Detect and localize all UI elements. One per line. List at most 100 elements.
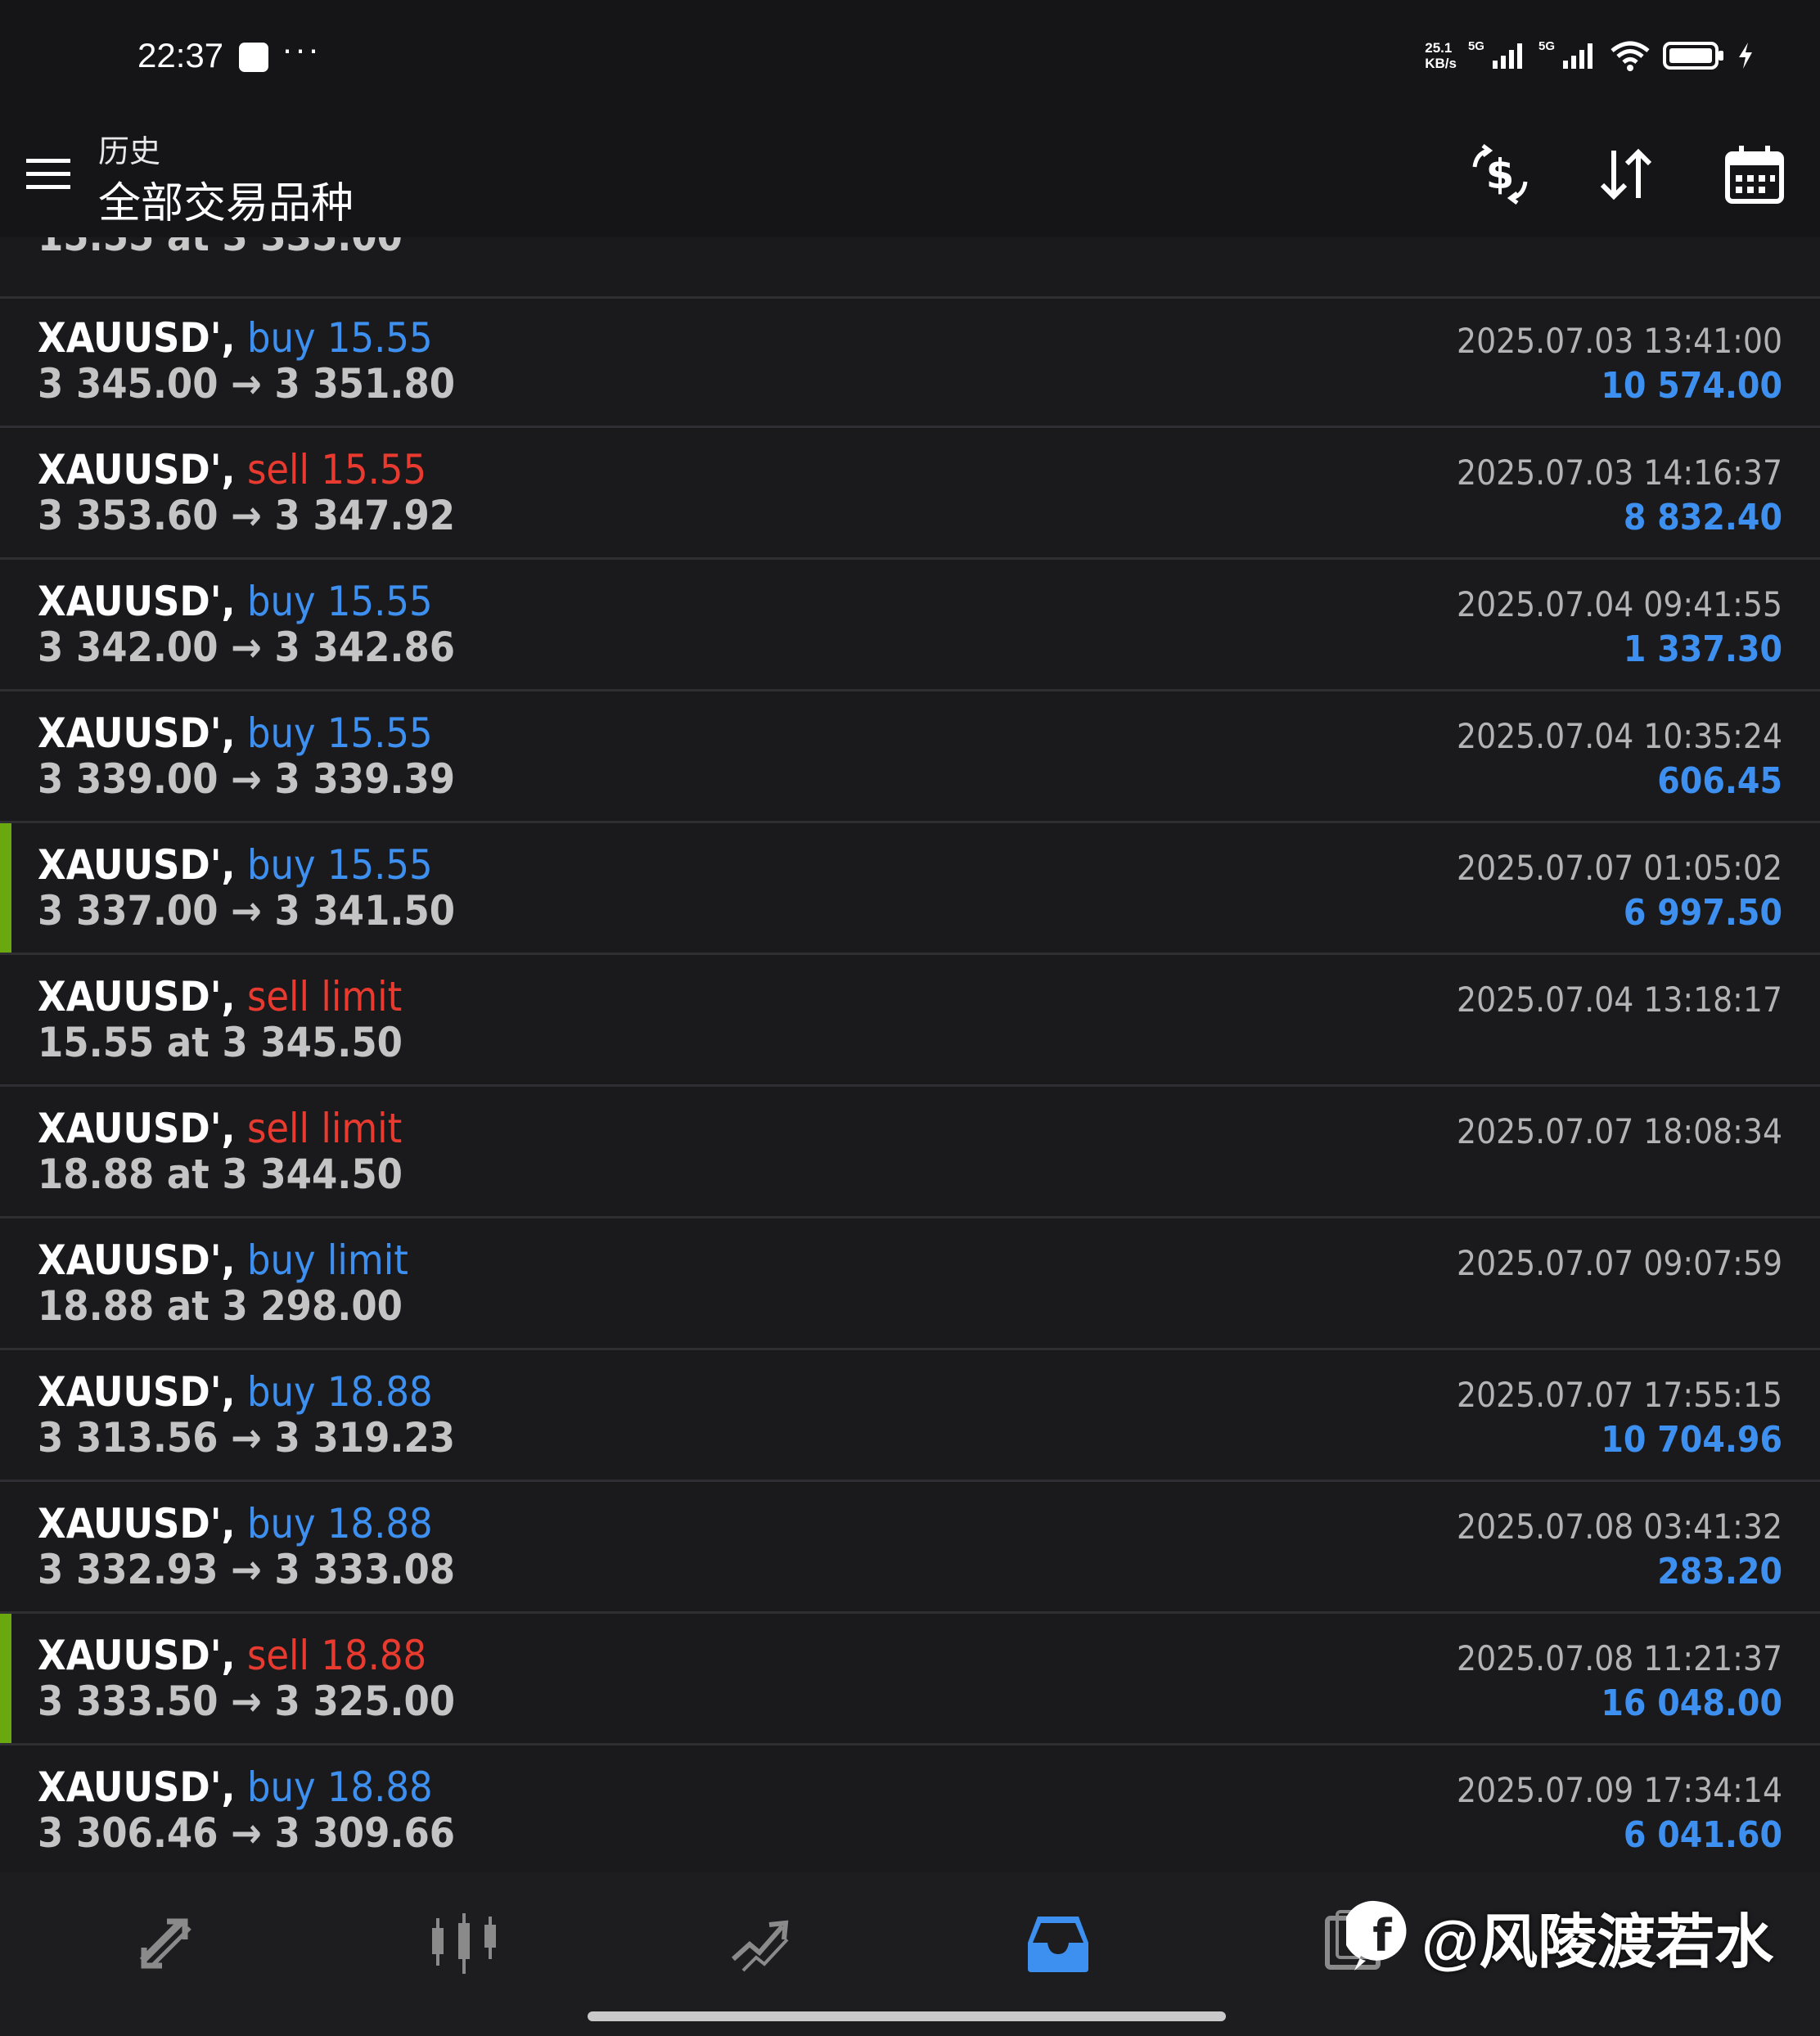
price-details: 3 306.46 → 3 309.66 [38,1809,456,1857]
trade-header: XAUUSD', buy 15.55 [38,841,433,889]
toolbar: 历史 全部交易品种 $ [0,115,1820,237]
trade-header: XAUUSD', buy 18.88 [38,1500,433,1547]
bottom-navigation: f @风陵渡若水 [0,1872,1820,2036]
wifi-icon [1611,41,1650,71]
calendar-icon[interactable] [1723,142,1786,206]
status-icons: 25.1 KB/s 5G 5G [1425,36,1755,75]
timestamp: 2025.07.08 11:21:37 [1457,1638,1782,1678]
timestamp: 2025.07.07 17:55:15 [1457,1375,1782,1415]
timestamp: 2025.07.07 01:05:02 [1457,848,1782,888]
symbol: XAUUSD', [38,973,236,1020]
sort-icon[interactable] [1594,142,1658,206]
svg-text:f: f [1372,1910,1392,1962]
timestamp: 2025.07.09 17:34:14 [1457,1770,1782,1810]
profit: 6 997.50 [1623,892,1782,934]
trade-icon[interactable] [725,1907,799,1980]
timestamp: 2025.07.08 03:41:32 [1457,1507,1782,1547]
deal-type: buy limit [246,1236,408,1284]
status-bar: 22:37 ··· 25.1 KB/s 5G 5G [0,0,1820,115]
timestamp: 2025.07.03 13:41:00 [1457,321,1782,361]
price-details: 3 313.56 → 3 319.23 [38,1414,456,1462]
symbol: XAUUSD', [38,709,236,757]
timestamp: 2025.07.03 14:16:37 [1457,453,1782,493]
list-item[interactable]: XAUUSD', buy 15.55 3 337.00 → 3 341.50 202… [0,823,1820,955]
signal-1-icon [1492,43,1522,69]
list-item[interactable]: XAUUSD', sell limit 15.55 at 3 345.50 2025… [0,955,1820,1087]
quotes-icon[interactable] [131,1907,205,1980]
home-indicator[interactable] [588,2011,1226,2021]
price-details: 3 353.60 → 3 347.92 [38,492,456,539]
trade-header: XAUUSD', buy 15.55 [38,709,433,757]
svg-text:$: $ [1486,151,1515,198]
list-item[interactable]: 15.55 at 3 335.00 [0,237,1820,299]
list-item[interactable]: XAUUSD', buy 15.55 3 342.00 → 3 342.86 202… [0,560,1820,691]
symbol: XAUUSD', [38,1105,236,1152]
profit: 10 574.00 [1601,365,1782,407]
list-item[interactable]: XAUUSD', buy 18.88 3 332.93 → 3 333.08 202… [0,1482,1820,1614]
network-speed: 25.1 KB/s [1425,40,1457,71]
currency-exchange-icon[interactable]: $ [1468,142,1532,206]
deal-type: sell limit [246,1105,403,1152]
deal-type: buy 18.88 [246,1500,433,1547]
trade-header: XAUUSD', buy 15.55 [38,578,433,625]
history-icon[interactable] [1021,1907,1095,1980]
deal-type: sell 18.88 [246,1632,427,1679]
trade-header: XAUUSD', buy 15.55 [38,314,433,362]
profit: 283.20 [1657,1551,1782,1592]
menu-icon[interactable] [26,155,70,193]
selection-marker [0,823,11,953]
symbol: XAUUSD', [38,1368,236,1416]
profit: 6 041.60 [1623,1814,1782,1856]
price-details: 3 337.00 → 3 341.50 [38,887,456,935]
deal-type: buy 15.55 [246,841,433,889]
symbol: XAUUSD', [38,314,236,362]
history-list[interactable]: 15.55 at 3 335.00 XAUUSD', buy 15.553 34… [0,237,1820,1872]
trade-header: XAUUSD', sell 18.88 [38,1632,426,1679]
timestamp: 2025.07.07 18:08:34 [1457,1111,1782,1151]
list-item[interactable]: XAUUSD', buy 18.88 3 313.56 → 3 319.23 202… [0,1350,1820,1482]
price-details: 18.88 at 3 298.00 [38,1282,403,1330]
signal-1-label: 5G [1467,39,1484,53]
chart-icon[interactable] [427,1907,501,1980]
notification-icon [239,43,268,72]
social-logo-icon: f [1346,1900,1407,1971]
symbol: XAUUSD', [38,1632,236,1679]
battery-full-icon [1663,42,1723,70]
timestamp: 2025.07.04 09:41:55 [1457,584,1782,624]
price-details: 18.88 at 3 344.50 [38,1151,403,1198]
deal-type: sell limit [246,973,403,1020]
deal-type: sell 15.55 [246,446,427,493]
list-item[interactable]: XAUUSD', sell limit 18.88 at 3 344.50 2025… [0,1087,1820,1218]
list-item[interactable]: XAUUSD', sell 15.55 3 353.60 → 3 347.92 20… [0,428,1820,560]
signal-2-icon [1563,43,1592,69]
price-details: 3 339.00 → 3 339.39 [38,755,456,803]
symbol-filter[interactable]: 全部交易品种 [98,169,354,230]
price-details: 3 345.00 → 3 351.80 [38,360,456,408]
profit: 1 337.30 [1623,628,1782,670]
list-item[interactable]: XAUUSD', buy 15.55 3 339.00 → 3 339.39 202… [0,691,1820,823]
list-item[interactable]: XAUUSD', buy 18.88 3 306.46 → 3 309.66 202… [0,1745,1820,1872]
profit: 8 832.40 [1623,497,1782,538]
trade-header: XAUUSD', sell limit [38,973,402,1020]
timestamp: 2025.07.04 13:18:17 [1457,980,1782,1020]
profit: 606.45 [1657,760,1782,802]
order-details: 15.55 at 3 335.00 [38,237,403,260]
deal-type: buy 15.55 [246,578,433,625]
watermark-text: @风陵渡若水 [1421,1909,1774,1975]
trade-header: XAUUSD', buy 18.88 [38,1763,433,1811]
list-item[interactable]: XAUUSD', buy limit 18.88 at 3 298.00 2025.… [0,1218,1820,1350]
symbol: XAUUSD', [38,446,236,493]
list-item[interactable]: XAUUSD', buy 15.55 3 345.00 → 3 351.80 202… [0,296,1820,428]
price-details: 3 333.50 → 3 325.00 [38,1678,456,1725]
deal-type: buy 18.88 [246,1368,433,1416]
symbol: XAUUSD', [38,578,236,625]
timestamp: 2025.07.04 10:35:24 [1457,716,1782,756]
price-details: 3 342.00 → 3 342.86 [38,624,456,671]
list-item[interactable]: XAUUSD', sell 18.88 3 333.50 → 3 325.00 20… [0,1614,1820,1745]
signal-2-label: 5G [1538,39,1555,53]
profit: 16 048.00 [1601,1682,1782,1724]
deal-type: buy 18.88 [246,1763,433,1811]
page-title: 历史 [98,135,161,169]
trade-header: XAUUSD', sell limit [38,1105,402,1152]
network-speed-unit: KB/s [1425,56,1457,71]
